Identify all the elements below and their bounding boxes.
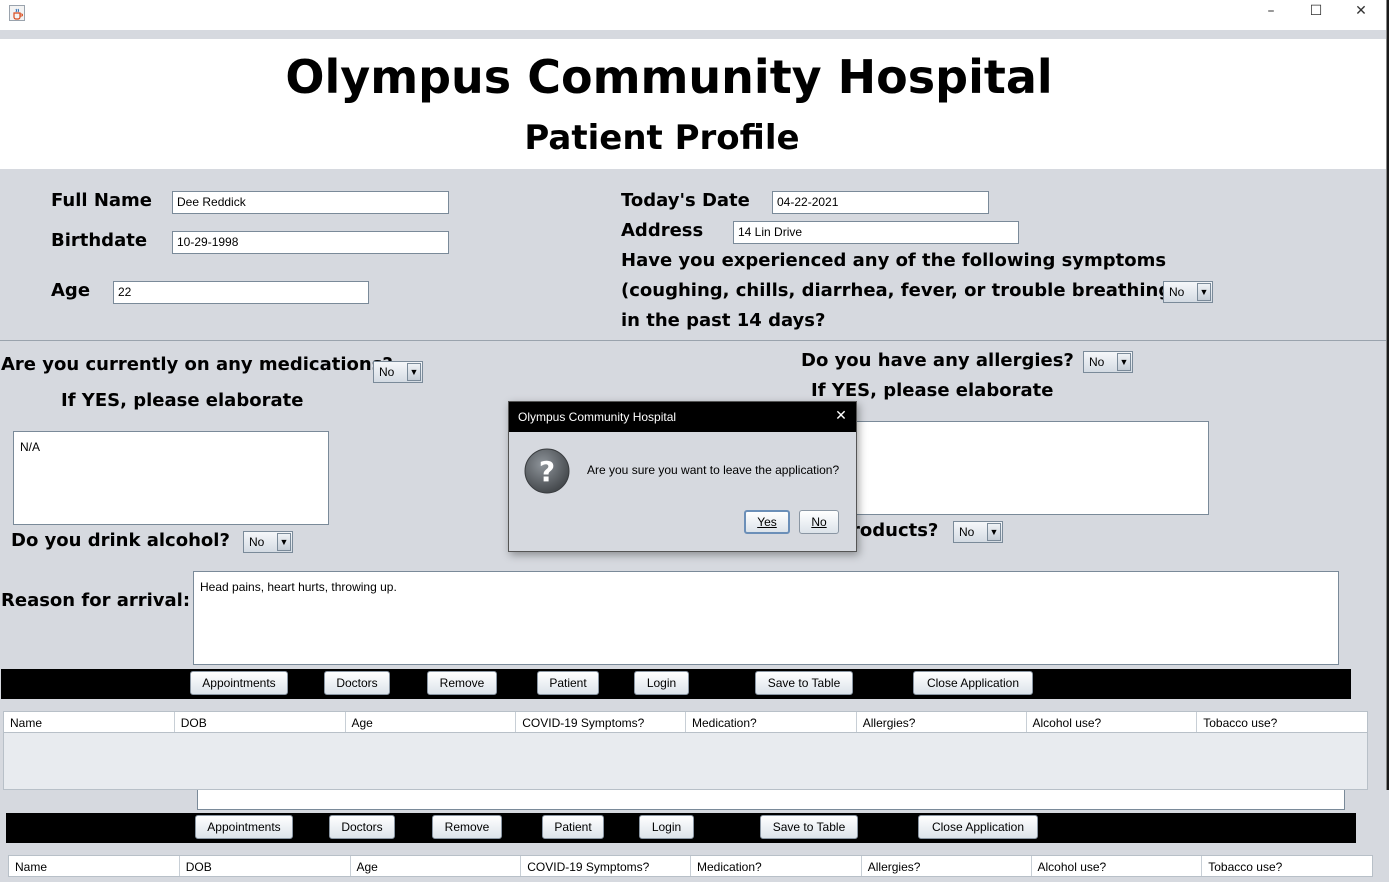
full-name-field[interactable]: Dee Reddick bbox=[172, 191, 449, 214]
login-button[interactable]: Login bbox=[634, 671, 689, 695]
dialog-message: Are you sure you want to leave the appli… bbox=[587, 463, 840, 477]
hospital-title: Olympus Community Hospital bbox=[285, 50, 1053, 104]
alcohol-label: Do you drink alcohol? bbox=[11, 530, 230, 551]
address-field[interactable]: 14 Lin Drive bbox=[733, 221, 1019, 244]
chevron-down-icon: ▼ bbox=[277, 533, 291, 551]
bg-col-dob[interactable]: DOB bbox=[180, 856, 351, 876]
bg-col-age[interactable]: Age bbox=[351, 856, 522, 876]
patient-button[interactable]: Patient bbox=[537, 671, 599, 695]
allergy-elaborate-textarea[interactable] bbox=[842, 421, 1209, 515]
full-name-label: Full Name bbox=[51, 190, 152, 211]
alcohol-select-value: No bbox=[249, 535, 265, 549]
tobacco-select-value: No bbox=[959, 525, 975, 539]
symptoms-select[interactable]: No ▼ bbox=[1163, 281, 1213, 303]
bg-close-application-button[interactable]: Close Application bbox=[918, 815, 1038, 839]
address-label: Address bbox=[621, 220, 704, 241]
bg-save-table-button[interactable]: Save to Table bbox=[760, 815, 858, 839]
allergy-elaborate-label: If YES, please elaborate bbox=[811, 380, 1054, 401]
bg-patient-button[interactable]: Patient bbox=[542, 815, 604, 839]
minimize-button[interactable]: – bbox=[1256, 3, 1286, 25]
col-allergies[interactable]: Allergies? bbox=[857, 712, 1027, 732]
symptoms-question-line2: (coughing, chills, diarrhea, fever, or t… bbox=[621, 280, 1180, 301]
medications-label: Are you currently on any medications? bbox=[1, 354, 393, 375]
allergies-select-value: No bbox=[1089, 355, 1105, 369]
bg-remove-button[interactable]: Remove bbox=[432, 815, 502, 839]
java-cup-icon bbox=[9, 5, 25, 21]
bg-table-header: Name DOB Age COVID-19 Symptoms? Medicati… bbox=[8, 855, 1373, 877]
bg-doctors-button[interactable]: Doctors bbox=[329, 815, 395, 839]
col-name[interactable]: Name bbox=[4, 712, 175, 732]
maximize-button[interactable]: ☐ bbox=[1301, 3, 1331, 25]
dialog-no-button[interactable]: No bbox=[799, 510, 839, 534]
background-reason-field bbox=[197, 788, 1345, 810]
dialog-close-icon[interactable]: ✕ bbox=[831, 405, 851, 427]
reason-label: Reason for arrival: bbox=[1, 590, 191, 611]
close-application-button[interactable]: Close Application bbox=[913, 671, 1033, 695]
doctors-button[interactable]: Doctors bbox=[324, 671, 390, 695]
chevron-down-icon: ▼ bbox=[1197, 283, 1211, 301]
table-header: Name DOB Age COVID-19 Symptoms? Medicati… bbox=[3, 711, 1368, 733]
chevron-down-icon: ▼ bbox=[407, 363, 421, 381]
birthdate-field[interactable]: 10-29-1998 bbox=[172, 231, 449, 254]
page-title: Patient Profile bbox=[524, 118, 800, 158]
medications-select[interactable]: No ▼ bbox=[373, 361, 423, 383]
svg-text:?: ? bbox=[539, 455, 555, 488]
confirm-dialog: Olympus Community Hospital ✕ ? Are you s… bbox=[508, 401, 857, 552]
appointments-button[interactable]: Appointments bbox=[190, 671, 288, 695]
bg-appointments-button[interactable]: Appointments bbox=[195, 815, 293, 839]
tobacco-label: roducts? bbox=[851, 520, 939, 541]
todays-date-label: Today's Date bbox=[621, 190, 750, 211]
chevron-down-icon: ▼ bbox=[1117, 353, 1131, 371]
save-to-table-button[interactable]: Save to Table bbox=[755, 671, 853, 695]
question-icon: ? bbox=[524, 448, 570, 494]
dialog-yes-button[interactable]: Yes bbox=[744, 510, 790, 534]
dialog-title: Olympus Community Hospital bbox=[518, 410, 677, 424]
bg-login-button[interactable]: Login bbox=[639, 815, 694, 839]
medications-select-value: No bbox=[379, 365, 395, 379]
bg-col-covid[interactable]: COVID-19 Symptoms? bbox=[521, 856, 691, 876]
close-window-button[interactable]: ✕ bbox=[1346, 3, 1376, 25]
reason-textarea[interactable]: Head pains, heart hurts, throwing up. bbox=[193, 571, 1339, 665]
symptoms-question-line3: in the past 14 days? bbox=[621, 310, 826, 331]
col-dob[interactable]: DOB bbox=[175, 712, 346, 732]
bg-col-name[interactable]: Name bbox=[9, 856, 180, 876]
col-medication[interactable]: Medication? bbox=[686, 712, 857, 732]
age-field[interactable]: 22 bbox=[113, 281, 369, 304]
bg-col-medication[interactable]: Medication? bbox=[691, 856, 862, 876]
col-tobacco[interactable]: Tobacco use? bbox=[1197, 712, 1367, 732]
tobacco-select[interactable]: No ▼ bbox=[953, 521, 1003, 543]
divider bbox=[0, 340, 1386, 341]
col-covid[interactable]: COVID-19 Symptoms? bbox=[516, 712, 686, 732]
symptoms-question-line1: Have you experienced any of the followin… bbox=[621, 250, 1167, 271]
col-age[interactable]: Age bbox=[346, 712, 517, 732]
chevron-down-icon: ▼ bbox=[987, 523, 1001, 541]
todays-date-field[interactable]: 04-22-2021 bbox=[772, 191, 989, 214]
bg-col-tobacco[interactable]: Tobacco use? bbox=[1202, 856, 1372, 876]
symptoms-select-value: No bbox=[1169, 285, 1185, 299]
remove-button[interactable]: Remove bbox=[427, 671, 497, 695]
col-alcohol[interactable]: Alcohol use? bbox=[1027, 712, 1198, 732]
bg-col-allergies[interactable]: Allergies? bbox=[862, 856, 1032, 876]
allergies-label: Do you have any allergies? bbox=[801, 350, 1074, 371]
title-bar bbox=[0, 0, 1386, 30]
allergies-select[interactable]: No ▼ bbox=[1083, 351, 1133, 373]
bg-col-alcohol[interactable]: Alcohol use? bbox=[1032, 856, 1203, 876]
med-elaborate-textarea[interactable]: N/A bbox=[13, 431, 329, 525]
med-elaborate-label: If YES, please elaborate bbox=[61, 390, 304, 411]
age-label: Age bbox=[51, 280, 91, 301]
alcohol-select[interactable]: No ▼ bbox=[243, 531, 293, 553]
birthdate-label: Birthdate bbox=[51, 230, 148, 251]
